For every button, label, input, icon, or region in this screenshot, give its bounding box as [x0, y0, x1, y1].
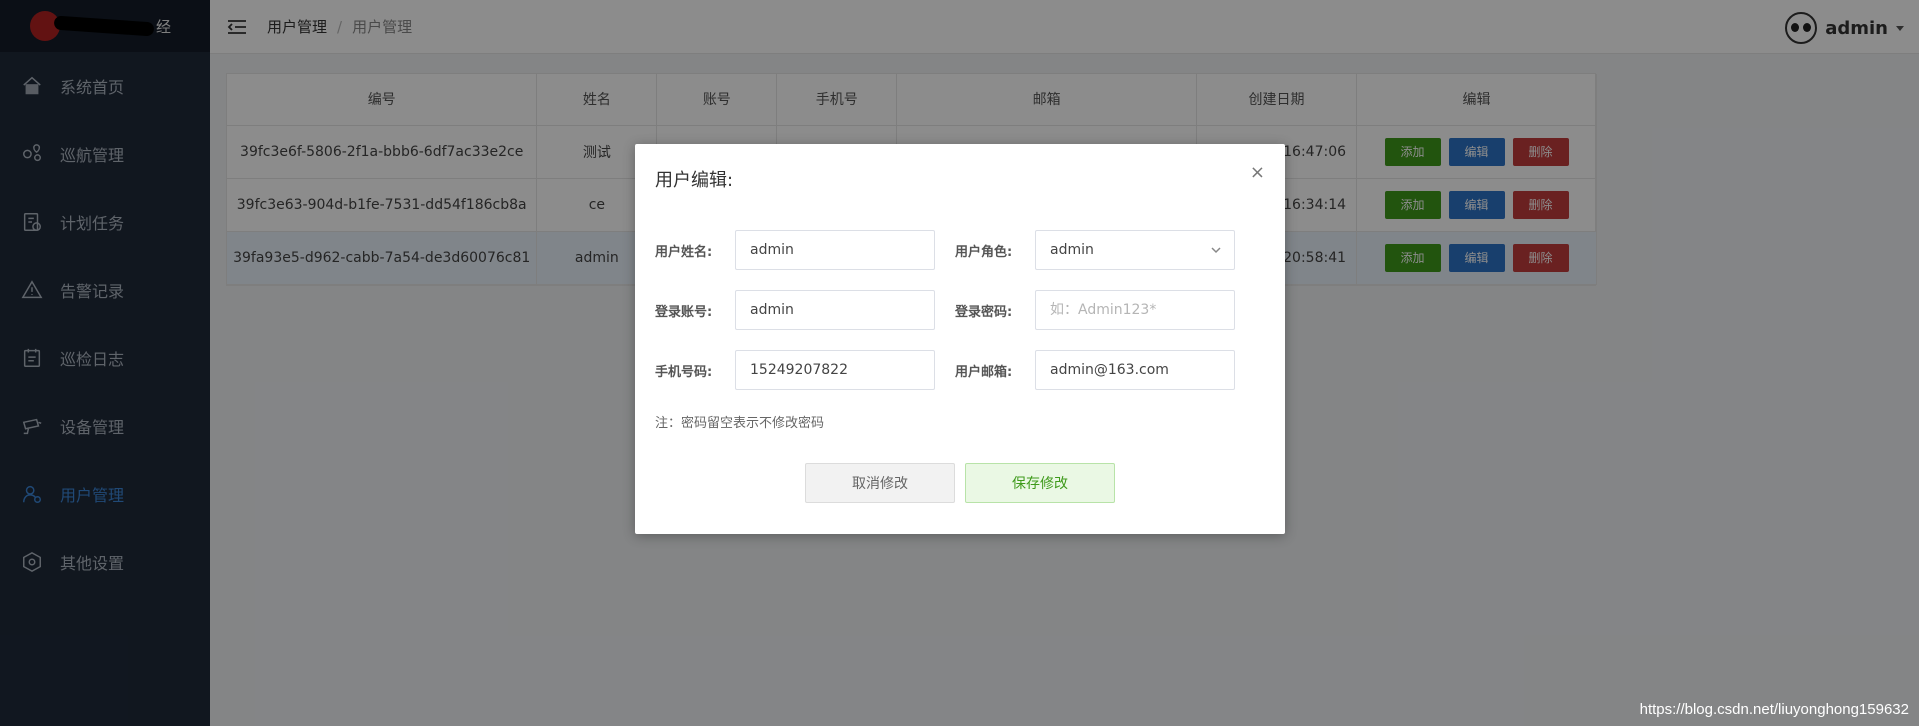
phone-field[interactable]: [735, 350, 935, 390]
role-select[interactable]: admin: [1035, 230, 1235, 270]
name-label: 用户姓名:: [655, 244, 713, 260]
form-row: 用户姓名: 用户角色: admin: [655, 230, 1235, 270]
role-select-value: admin: [1050, 242, 1094, 258]
form-row: 手机号码: 用户邮箱:: [655, 350, 1235, 390]
chevron-down-icon: [1210, 244, 1222, 260]
form-row: 登录账号: 登录密码:: [655, 290, 1235, 330]
password-label: 登录密码:: [955, 304, 1013, 320]
watermark: https://blog.csdn.net/liuyonghong159632: [1639, 701, 1909, 718]
dialog-title: 用户编辑:: [655, 170, 734, 191]
email-label: 用户邮箱:: [955, 364, 1013, 380]
account-label: 登录账号:: [655, 304, 713, 320]
name-field[interactable]: [735, 230, 935, 270]
password-field[interactable]: [1035, 290, 1235, 330]
role-label: 用户角色:: [955, 244, 1013, 260]
close-icon[interactable]: ×: [1250, 162, 1265, 183]
save-button[interactable]: 保存修改: [965, 463, 1115, 503]
cancel-button[interactable]: 取消修改: [805, 463, 955, 503]
user-edit-dialog: 用户编辑: × 用户姓名: 用户角色: admin 登录账号: 登录密码: 手机…: [635, 144, 1285, 534]
phone-label: 手机号码:: [655, 364, 713, 380]
email-field[interactable]: [1035, 350, 1235, 390]
password-note: 注：密码留空表示不修改密码: [655, 416, 825, 431]
account-field[interactable]: [735, 290, 935, 330]
